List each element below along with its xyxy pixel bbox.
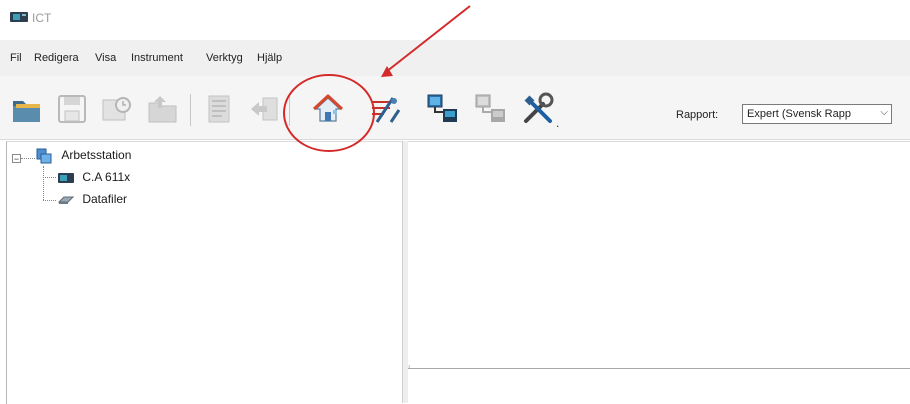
app-device-icon <box>10 12 28 22</box>
save-icon <box>58 95 86 123</box>
menu-instrument[interactable]: Instrument <box>131 52 183 64</box>
tree-node-datafiler[interactable]: Datafiler <box>57 192 128 206</box>
tree-node-instrument[interactable]: C.A 611x <box>58 170 130 184</box>
print-button[interactable] <box>203 92 237 126</box>
connect-instrument-button[interactable] <box>425 92 459 126</box>
menu-visa[interactable]: Visa <box>95 52 116 64</box>
save-button[interactable] <box>55 92 89 126</box>
menu-fil[interactable]: Fil <box>10 52 22 64</box>
open-recent-button[interactable] <box>100 92 134 126</box>
folder-export-button[interactable] <box>146 92 180 126</box>
tree-collapse-toggle[interactable]: − <box>12 154 21 164</box>
instrument-settings-button[interactable] <box>369 92 403 126</box>
data-files-icon <box>57 196 75 204</box>
toolbar: . Rapport: Expert (Svensk Rapp ⌵ <box>0 76 910 140</box>
toolbar-separator <box>289 94 290 126</box>
report-label: Rapport: <box>676 109 719 121</box>
tree-node-label: Datafiler <box>82 192 128 206</box>
bottom-pane <box>408 368 910 404</box>
report-select-value: Expert (Svensk Rapp <box>747 108 851 120</box>
workstation-icon <box>36 148 52 164</box>
menu-hjalp[interactable]: Hjälp <box>257 52 282 64</box>
tree-node-label: Arbetsstation <box>61 148 132 163</box>
chevron-down-icon: ⌵ <box>880 107 888 118</box>
toolbar-separator <box>190 94 191 126</box>
tools-icon <box>524 92 554 123</box>
instrument-icon <box>58 172 74 183</box>
tree-connector <box>43 166 44 200</box>
open-folder-button[interactable] <box>10 92 44 126</box>
tools-button[interactable] <box>521 92 555 126</box>
tools-dropdown-indicator[interactable]: . <box>556 116 559 130</box>
export-icon <box>251 97 278 121</box>
connect-instrument-icon <box>427 94 457 122</box>
print-icon <box>208 95 230 123</box>
folder-export-icon <box>148 96 177 123</box>
home-icon <box>312 94 344 122</box>
open-folder-icon <box>13 101 40 122</box>
tree-connector <box>43 177 56 178</box>
details-pane <box>408 141 910 365</box>
menu-redigera[interactable]: Redigera <box>34 52 79 64</box>
title-bar: ICT <box>0 0 910 36</box>
tree-node-label: C.A 611x <box>82 170 131 184</box>
tree-connector <box>43 200 56 201</box>
instrument-settings-icon <box>372 97 401 123</box>
report-select[interactable]: Expert (Svensk Rapp ⌵ <box>742 104 892 124</box>
open-recent-icon <box>102 97 131 121</box>
window-title: ICT <box>32 11 52 25</box>
export-button[interactable] <box>247 92 281 126</box>
tree-connector <box>21 158 35 159</box>
menu-verktyg[interactable]: Verktyg <box>206 52 243 64</box>
menu-bar: Fil Redigera Visa Instrument Verktyg Hjä… <box>0 40 910 76</box>
disconnect-instrument-icon <box>475 94 505 122</box>
home-button[interactable] <box>311 92 345 126</box>
tree-node-arbetsstation[interactable]: Arbetsstation <box>36 148 131 164</box>
disconnect-instrument-button[interactable] <box>473 92 507 126</box>
